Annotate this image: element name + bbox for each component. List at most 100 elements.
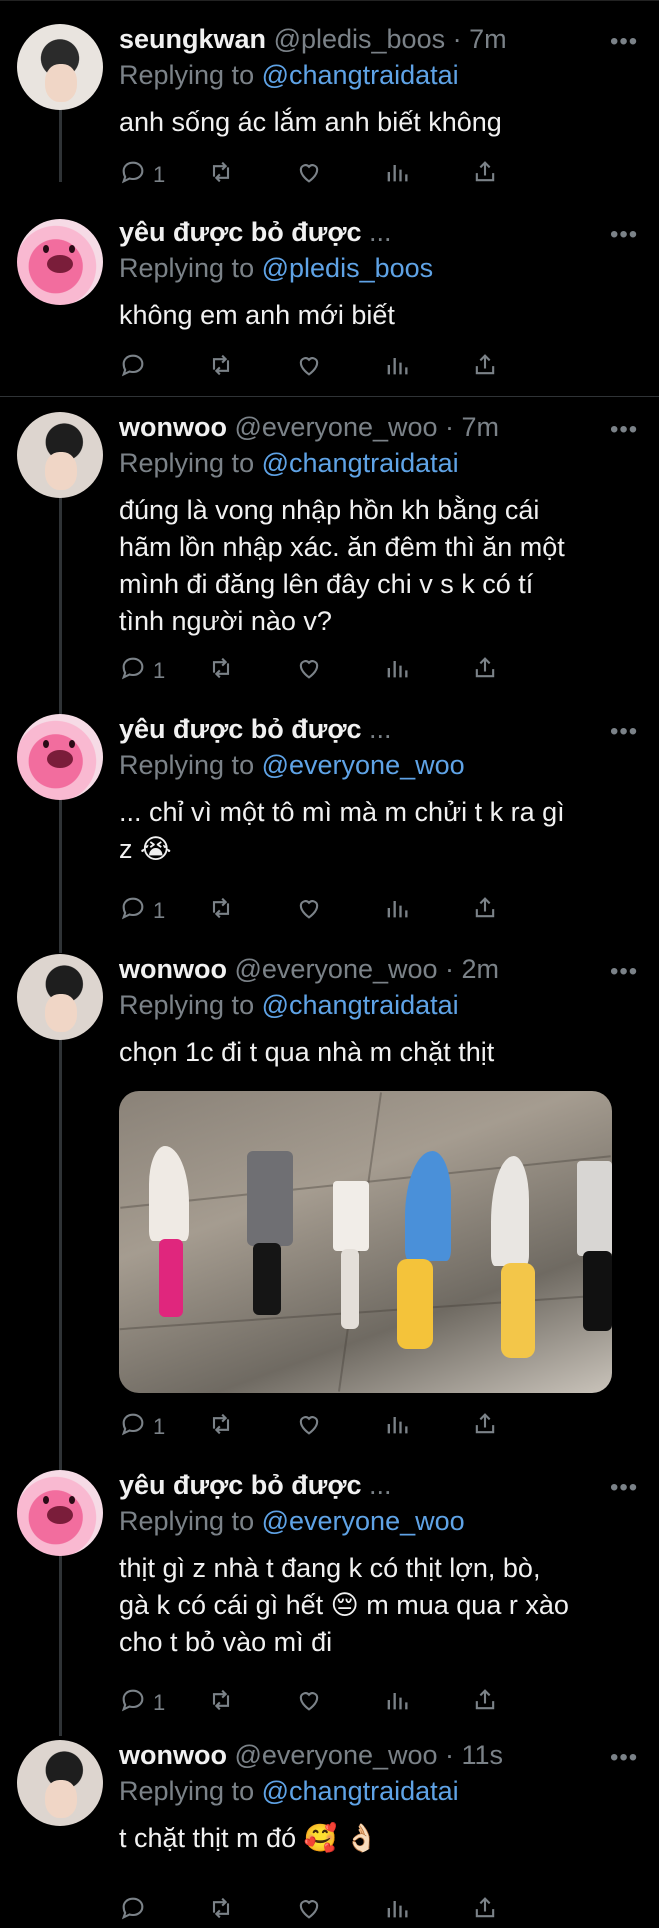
tweet-text: anh sống ác lắm anh biết không [119, 104, 639, 141]
handle-and-time: ... [369, 714, 392, 744]
tweet[interactable]: yêu được bỏ được ... ••• Replying to @pl… [0, 193, 659, 393]
tweet-actions: 1 [119, 896, 579, 926]
cleaver-grey [247, 1151, 293, 1246]
reply-icon [119, 351, 147, 385]
display-name[interactable]: yêu được bỏ được ... [119, 714, 392, 745]
avatar[interactable] [17, 1470, 103, 1556]
tweet[interactable]: yêu được bỏ được ... ••• Replying to @ev… [0, 714, 659, 954]
reply-icon [119, 894, 147, 928]
like-button[interactable] [295, 353, 323, 383]
avatar[interactable] [17, 714, 103, 800]
share-button[interactable] [471, 656, 499, 686]
knife-pink [149, 1146, 189, 1241]
avatar[interactable] [17, 412, 103, 498]
retweet-button[interactable] [207, 1688, 235, 1718]
like-icon [295, 158, 323, 192]
mention-link[interactable]: @changtraidatai [262, 990, 459, 1020]
analytics-button[interactable] [383, 656, 411, 686]
like-button[interactable] [295, 1896, 323, 1926]
share-button[interactable] [471, 1412, 499, 1442]
mention-link[interactable]: @everyone_woo [262, 1506, 465, 1536]
reply-button[interactable]: 1 [119, 1412, 165, 1442]
tweet-text-line: chọn 1c đi t qua nhà m chặt thịt [119, 1037, 495, 1067]
retweet-button[interactable] [207, 160, 235, 190]
reply-button[interactable]: 1 [119, 1688, 165, 1718]
mention-link[interactable]: @changtraidatai [262, 1776, 459, 1806]
knife-silver [491, 1156, 529, 1266]
share-button[interactable] [471, 896, 499, 926]
knife-white [333, 1181, 369, 1251]
reply-icon [119, 1894, 147, 1928]
display-name[interactable]: seungkwan @pledis_boos · 7m [119, 24, 507, 55]
tweet-actions [119, 353, 579, 383]
retweet-icon [207, 1410, 235, 1444]
retweet-button[interactable] [207, 896, 235, 926]
like-button[interactable] [295, 656, 323, 686]
mention-link[interactable]: @pledis_boos [262, 253, 434, 283]
more-options-icon[interactable]: ••• [610, 1474, 638, 1502]
share-button[interactable] [471, 160, 499, 190]
display-name[interactable]: yêu được bỏ được ... [119, 1470, 392, 1501]
like-button[interactable] [295, 1688, 323, 1718]
more-options-icon[interactable]: ••• [610, 221, 638, 249]
like-button[interactable] [295, 1412, 323, 1442]
knife-white-handle [341, 1249, 359, 1329]
more-options-icon[interactable]: ••• [610, 28, 638, 56]
retweet-button[interactable] [207, 1412, 235, 1442]
tweet[interactable]: wonwoo @everyone_woo · 2m ••• Replying t… [0, 954, 659, 1439]
retweet-button[interactable] [207, 656, 235, 686]
replying-to: Replying to @changtraidatai [119, 448, 459, 479]
display-name[interactable]: wonwoo @everyone_woo · 7m [119, 412, 499, 443]
reply-button[interactable]: 1 [119, 896, 165, 926]
mention-link[interactable]: @everyone_woo [262, 750, 465, 780]
more-options-icon[interactable]: ••• [610, 416, 638, 444]
analytics-button[interactable] [383, 896, 411, 926]
mention-link[interactable]: @changtraidatai [262, 448, 459, 478]
avatar[interactable] [17, 219, 103, 305]
more-options-icon[interactable]: ••• [610, 958, 638, 986]
like-button[interactable] [295, 896, 323, 926]
tweet-actions: 1 [119, 656, 579, 686]
tweet[interactable]: yêu được bỏ được ... ••• Replying to @ev… [0, 1470, 659, 1715]
retweet-button[interactable] [207, 1896, 235, 1926]
replying-prefix: Replying to [119, 448, 255, 478]
avatar[interactable] [17, 954, 103, 1040]
analytics-button[interactable] [383, 353, 411, 383]
analytics-icon [383, 158, 411, 192]
retweet-button[interactable] [207, 353, 235, 383]
reply-button[interactable] [119, 353, 153, 383]
reply-button[interactable]: 1 [119, 160, 165, 190]
share-button[interactable] [471, 353, 499, 383]
tweet-text-line: tình người nào v? [119, 606, 332, 636]
avatar[interactable] [17, 1740, 103, 1826]
share-icon [471, 1410, 499, 1444]
tweet-text-line: mình đi đăng lên đây chi v s k có tí [119, 569, 534, 599]
replying-prefix: Replying to [119, 750, 255, 780]
tweet[interactable]: wonwoo @everyone_woo · 11s ••• Replying … [0, 1740, 659, 1920]
share-button[interactable] [471, 1688, 499, 1718]
tweet[interactable]: wonwoo @everyone_woo · 7m ••• Replying t… [0, 388, 659, 708]
reply-button[interactable]: 1 [119, 656, 165, 686]
replying-to: Replying to @pledis_boos [119, 253, 433, 284]
like-button[interactable] [295, 160, 323, 190]
tweet-media-image[interactable] [119, 1091, 612, 1393]
reply-button[interactable] [119, 1896, 153, 1926]
share-button[interactable] [471, 1896, 499, 1926]
tweet-text-line: ... chỉ vì một tô mì mà m chửi t k ra gì [119, 797, 565, 827]
more-options-icon[interactable]: ••• [610, 1744, 638, 1772]
analytics-button[interactable] [383, 1896, 411, 1926]
analytics-button[interactable] [383, 1688, 411, 1718]
display-name[interactable]: wonwoo @everyone_woo · 2m [119, 954, 499, 985]
retweet-icon [207, 1894, 235, 1928]
display-name[interactable]: yêu được bỏ được ... [119, 217, 392, 248]
analytics-button[interactable] [383, 160, 411, 190]
analytics-button[interactable] [383, 1412, 411, 1442]
mention-link[interactable]: @changtraidatai [262, 60, 459, 90]
analytics-icon [383, 351, 411, 385]
replying-to: Replying to @changtraidatai [119, 1776, 459, 1807]
share-icon [471, 351, 499, 385]
replying-to: Replying to @changtraidatai [119, 990, 459, 1021]
more-options-icon[interactable]: ••• [610, 718, 638, 746]
avatar[interactable] [17, 24, 103, 110]
display-name[interactable]: wonwoo @everyone_woo · 11s [119, 1740, 503, 1771]
